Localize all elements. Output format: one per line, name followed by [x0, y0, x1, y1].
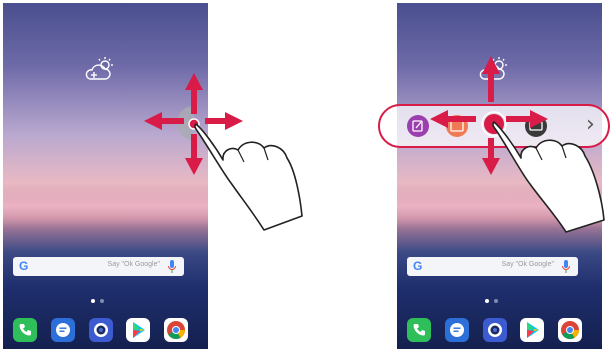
- hand-illustration: [492, 121, 605, 233]
- arrow-right-icon: [205, 112, 243, 130]
- arrow-left-icon: [430, 110, 476, 128]
- hand-illustration: [194, 123, 303, 231]
- arrow-down-icon: [185, 134, 203, 175]
- arrow-right-icon: [506, 110, 548, 128]
- arrow-up-icon: [482, 56, 500, 102]
- gesture-illustration: [144, 56, 605, 233]
- arrow-down-icon: [482, 138, 500, 175]
